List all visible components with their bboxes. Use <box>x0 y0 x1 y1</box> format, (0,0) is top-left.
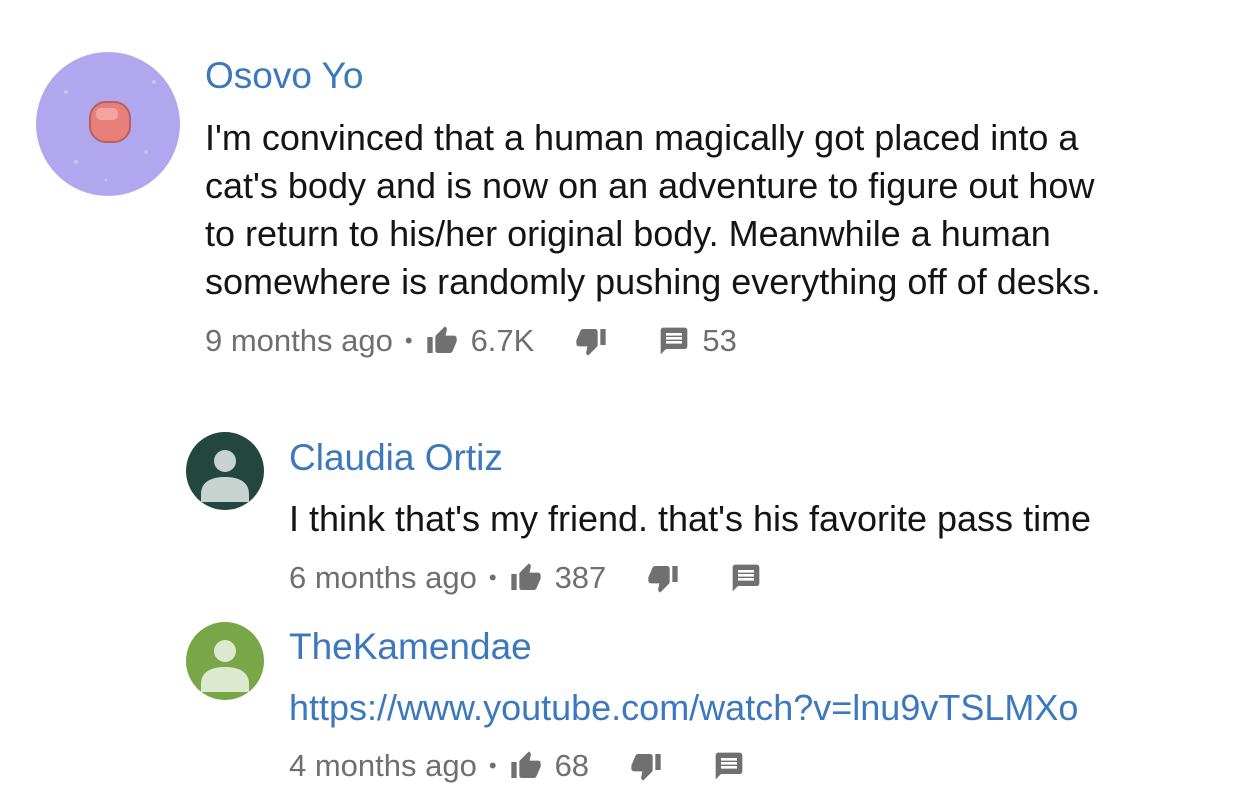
comment-author[interactable]: Osovo Yo <box>205 54 363 98</box>
avatar[interactable] <box>36 52 180 196</box>
reply-author[interactable]: TheKamendae <box>289 625 532 669</box>
dislike-button[interactable] <box>574 325 608 357</box>
reply-thekamendae: TheKamendae https://www.youtube.com/watc… <box>0 610 1242 792</box>
separator-dot: • <box>488 753 497 778</box>
reply-author[interactable]: Claudia Ortiz <box>289 436 503 480</box>
comment-meta: 9 months ago • 6.7K 53 <box>205 321 737 361</box>
reply-timestamp: 4 months ago <box>289 748 477 783</box>
comment-osovo-yo: Osovo Yo I'm convinced that a human magi… <box>0 0 1242 380</box>
like-count: 6.7K <box>470 323 535 358</box>
person-avatar-icon <box>201 640 249 692</box>
dislike-button[interactable] <box>629 750 663 782</box>
reply-text: I think that's my friend. that's his fav… <box>289 495 1091 543</box>
thumbs-up-icon <box>509 562 543 594</box>
reply-meta: 4 months ago • 68 <box>289 746 745 786</box>
comment-line: cat's body and is now on an adventure to… <box>205 165 1095 206</box>
dislike-button[interactable] <box>646 562 680 594</box>
comment-line: somewhere is randomly pushing everything… <box>205 261 1101 302</box>
reply-text: https://www.youtube.com/watch?v=lnu9vTSL… <box>289 684 1078 732</box>
comment-icon <box>730 562 762 594</box>
like-button[interactable]: 387 <box>509 560 607 596</box>
separator-dot: • <box>488 565 497 590</box>
avatar[interactable] <box>186 432 264 510</box>
reply-button[interactable]: 53 <box>658 323 737 359</box>
reply-timestamp: 6 months ago <box>289 560 477 595</box>
thumbs-down-icon <box>629 750 663 782</box>
comment-line: to return to his/her original body. Mean… <box>205 213 1051 254</box>
comment-icon <box>713 750 745 782</box>
comment-line: I'm convinced that a human magically got… <box>205 117 1079 158</box>
reply-link[interactable]: https://www.youtube.com/watch?v=lnu9vTSL… <box>289 687 1078 728</box>
reply-claudia-ortiz: Claudia Ortiz I think that's my friend. … <box>0 420 1242 610</box>
reply-line: I think that's my friend. that's his fav… <box>289 498 1092 539</box>
reply-meta: 6 months ago • 387 <box>289 558 762 598</box>
separator-dot: • <box>404 328 413 353</box>
like-count: 387 <box>554 560 607 595</box>
like-button[interactable]: 68 <box>509 748 589 784</box>
avatar[interactable] <box>186 622 264 700</box>
thumbs-up-icon <box>509 750 543 782</box>
comment-text: I'm convinced that a human magically got… <box>205 114 1101 306</box>
like-button[interactable]: 6.7K <box>425 323 535 359</box>
person-avatar-icon <box>201 450 249 502</box>
comment-timestamp: 9 months ago <box>205 323 393 358</box>
thumbs-down-icon <box>646 562 680 594</box>
thumbs-up-icon <box>425 325 459 357</box>
reply-button[interactable] <box>730 562 762 594</box>
reply-button[interactable] <box>713 750 745 782</box>
like-count: 68 <box>554 748 590 783</box>
comment-icon <box>658 325 690 357</box>
reply-count: 53 <box>702 323 737 358</box>
pink-blob-avatar-icon <box>64 80 156 182</box>
thumbs-down-icon <box>574 325 608 357</box>
